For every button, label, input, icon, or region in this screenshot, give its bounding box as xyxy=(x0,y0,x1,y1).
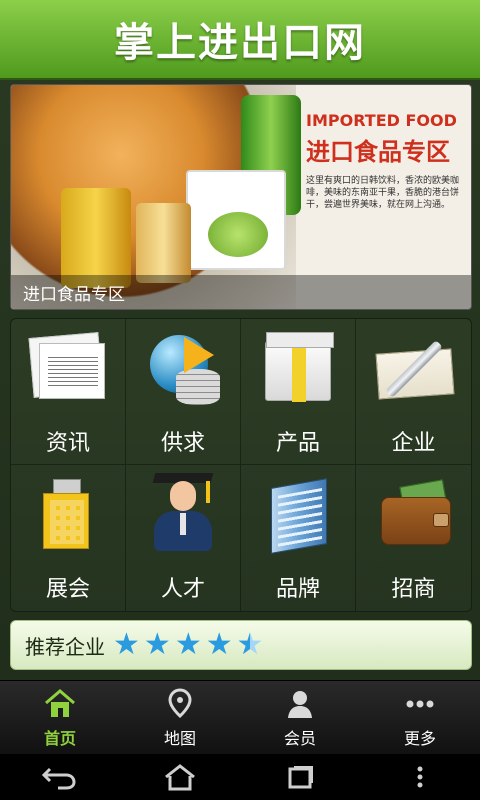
tab-label: 首页 xyxy=(43,728,76,748)
more-icon xyxy=(403,687,437,721)
map-pin-icon xyxy=(163,687,197,721)
category-grid: 资讯 供求 产品 企业 展会 人才 品牌 招商 xyxy=(10,318,472,612)
promo-banner[interactable]: IMPORTED FOOD 进口食品专区 这里有爽口的日韩饮料，香浓的欧美咖啡，… xyxy=(10,84,472,310)
star-icon: ★ xyxy=(174,627,202,662)
app-screen: 掌上进出口网 IMPORTED FOOD 进口食品专区 这里有爽口的日韩饮料，香… xyxy=(0,0,480,800)
mango-drink-can xyxy=(61,188,131,288)
category-label: 资讯 xyxy=(45,431,90,456)
category-label: 产品 xyxy=(275,431,320,456)
banner-headline-en: IMPORTED FOOD xyxy=(306,111,457,130)
category-supply-demand[interactable]: 供求 xyxy=(126,319,241,465)
office-building-icon xyxy=(255,471,341,557)
home-icon[interactable] xyxy=(150,757,210,797)
category-label: 展会 xyxy=(45,577,90,602)
overflow-menu-icon[interactable] xyxy=(390,757,450,797)
wallet-icon xyxy=(371,471,457,557)
category-products[interactable]: 产品 xyxy=(241,319,356,465)
app-title: 掌上进出口网 xyxy=(114,20,366,66)
category-label: 招商 xyxy=(391,577,436,602)
recommended-label: 推荐企业 xyxy=(25,634,105,659)
category-news[interactable]: 资讯 xyxy=(11,319,126,465)
category-exhibitions[interactable]: 展会 xyxy=(11,465,126,611)
tab-home[interactable]: 首页 xyxy=(0,681,120,754)
star-icon: ★ xyxy=(143,627,171,662)
box-icon xyxy=(255,325,341,411)
home-icon xyxy=(43,687,77,721)
newspaper-icon xyxy=(25,325,111,411)
category-brands[interactable]: 品牌 xyxy=(241,465,356,611)
recommended-companies-bar[interactable]: 推荐企业 ★ ★ ★ ★ ★ xyxy=(10,620,472,670)
tab-label: 更多 xyxy=(403,728,436,748)
tea-drink-can xyxy=(136,203,191,283)
back-icon[interactable] xyxy=(30,757,90,797)
cheque-pen-icon xyxy=(371,325,457,411)
bottom-tab-bar: 首页 地图 会员 更多 xyxy=(0,680,480,754)
graduate-icon xyxy=(140,471,226,557)
category-label: 供求 xyxy=(160,431,205,456)
tab-map[interactable]: 地图 xyxy=(120,681,240,754)
tab-label: 会员 xyxy=(283,728,316,748)
category-investment[interactable]: 招商 xyxy=(356,465,471,611)
half-star-icon: ★ xyxy=(237,630,264,661)
building-icon xyxy=(25,471,111,557)
title-bar: 掌上进出口网 xyxy=(0,0,480,80)
tab-more[interactable]: 更多 xyxy=(360,681,480,754)
user-icon xyxy=(283,687,317,721)
star-icon: ★ xyxy=(205,627,233,662)
seasoning-box xyxy=(186,170,286,270)
banner-description: 这里有爽口的日韩饮料，香浓的欧美咖啡，美味的东南亚干果，香脆的港台饼干，尝遍世界… xyxy=(306,176,460,210)
lettuce-illustration xyxy=(208,212,268,257)
recent-apps-icon[interactable] xyxy=(270,757,330,797)
tab-member[interactable]: 会员 xyxy=(240,681,360,754)
category-companies[interactable]: 企业 xyxy=(356,319,471,465)
category-label: 企业 xyxy=(391,431,436,456)
system-navigation-bar xyxy=(0,754,480,800)
globe-coins-icon xyxy=(140,325,226,411)
category-talent[interactable]: 人才 xyxy=(126,465,241,611)
banner-headline-zh: 进口食品专区 xyxy=(306,138,450,166)
category-label: 人才 xyxy=(160,577,205,602)
star-icon: ★ xyxy=(113,627,140,662)
banner-caption: 进口食品专区 xyxy=(11,275,471,309)
rating-stars: ★ ★ ★ ★ ★ xyxy=(113,627,264,662)
banner-text-block: IMPORTED FOOD 进口食品专区 这里有爽口的日韩饮料，香浓的欧美咖啡，… xyxy=(306,111,471,261)
tab-label: 地图 xyxy=(163,728,196,748)
category-label: 品牌 xyxy=(275,577,320,602)
